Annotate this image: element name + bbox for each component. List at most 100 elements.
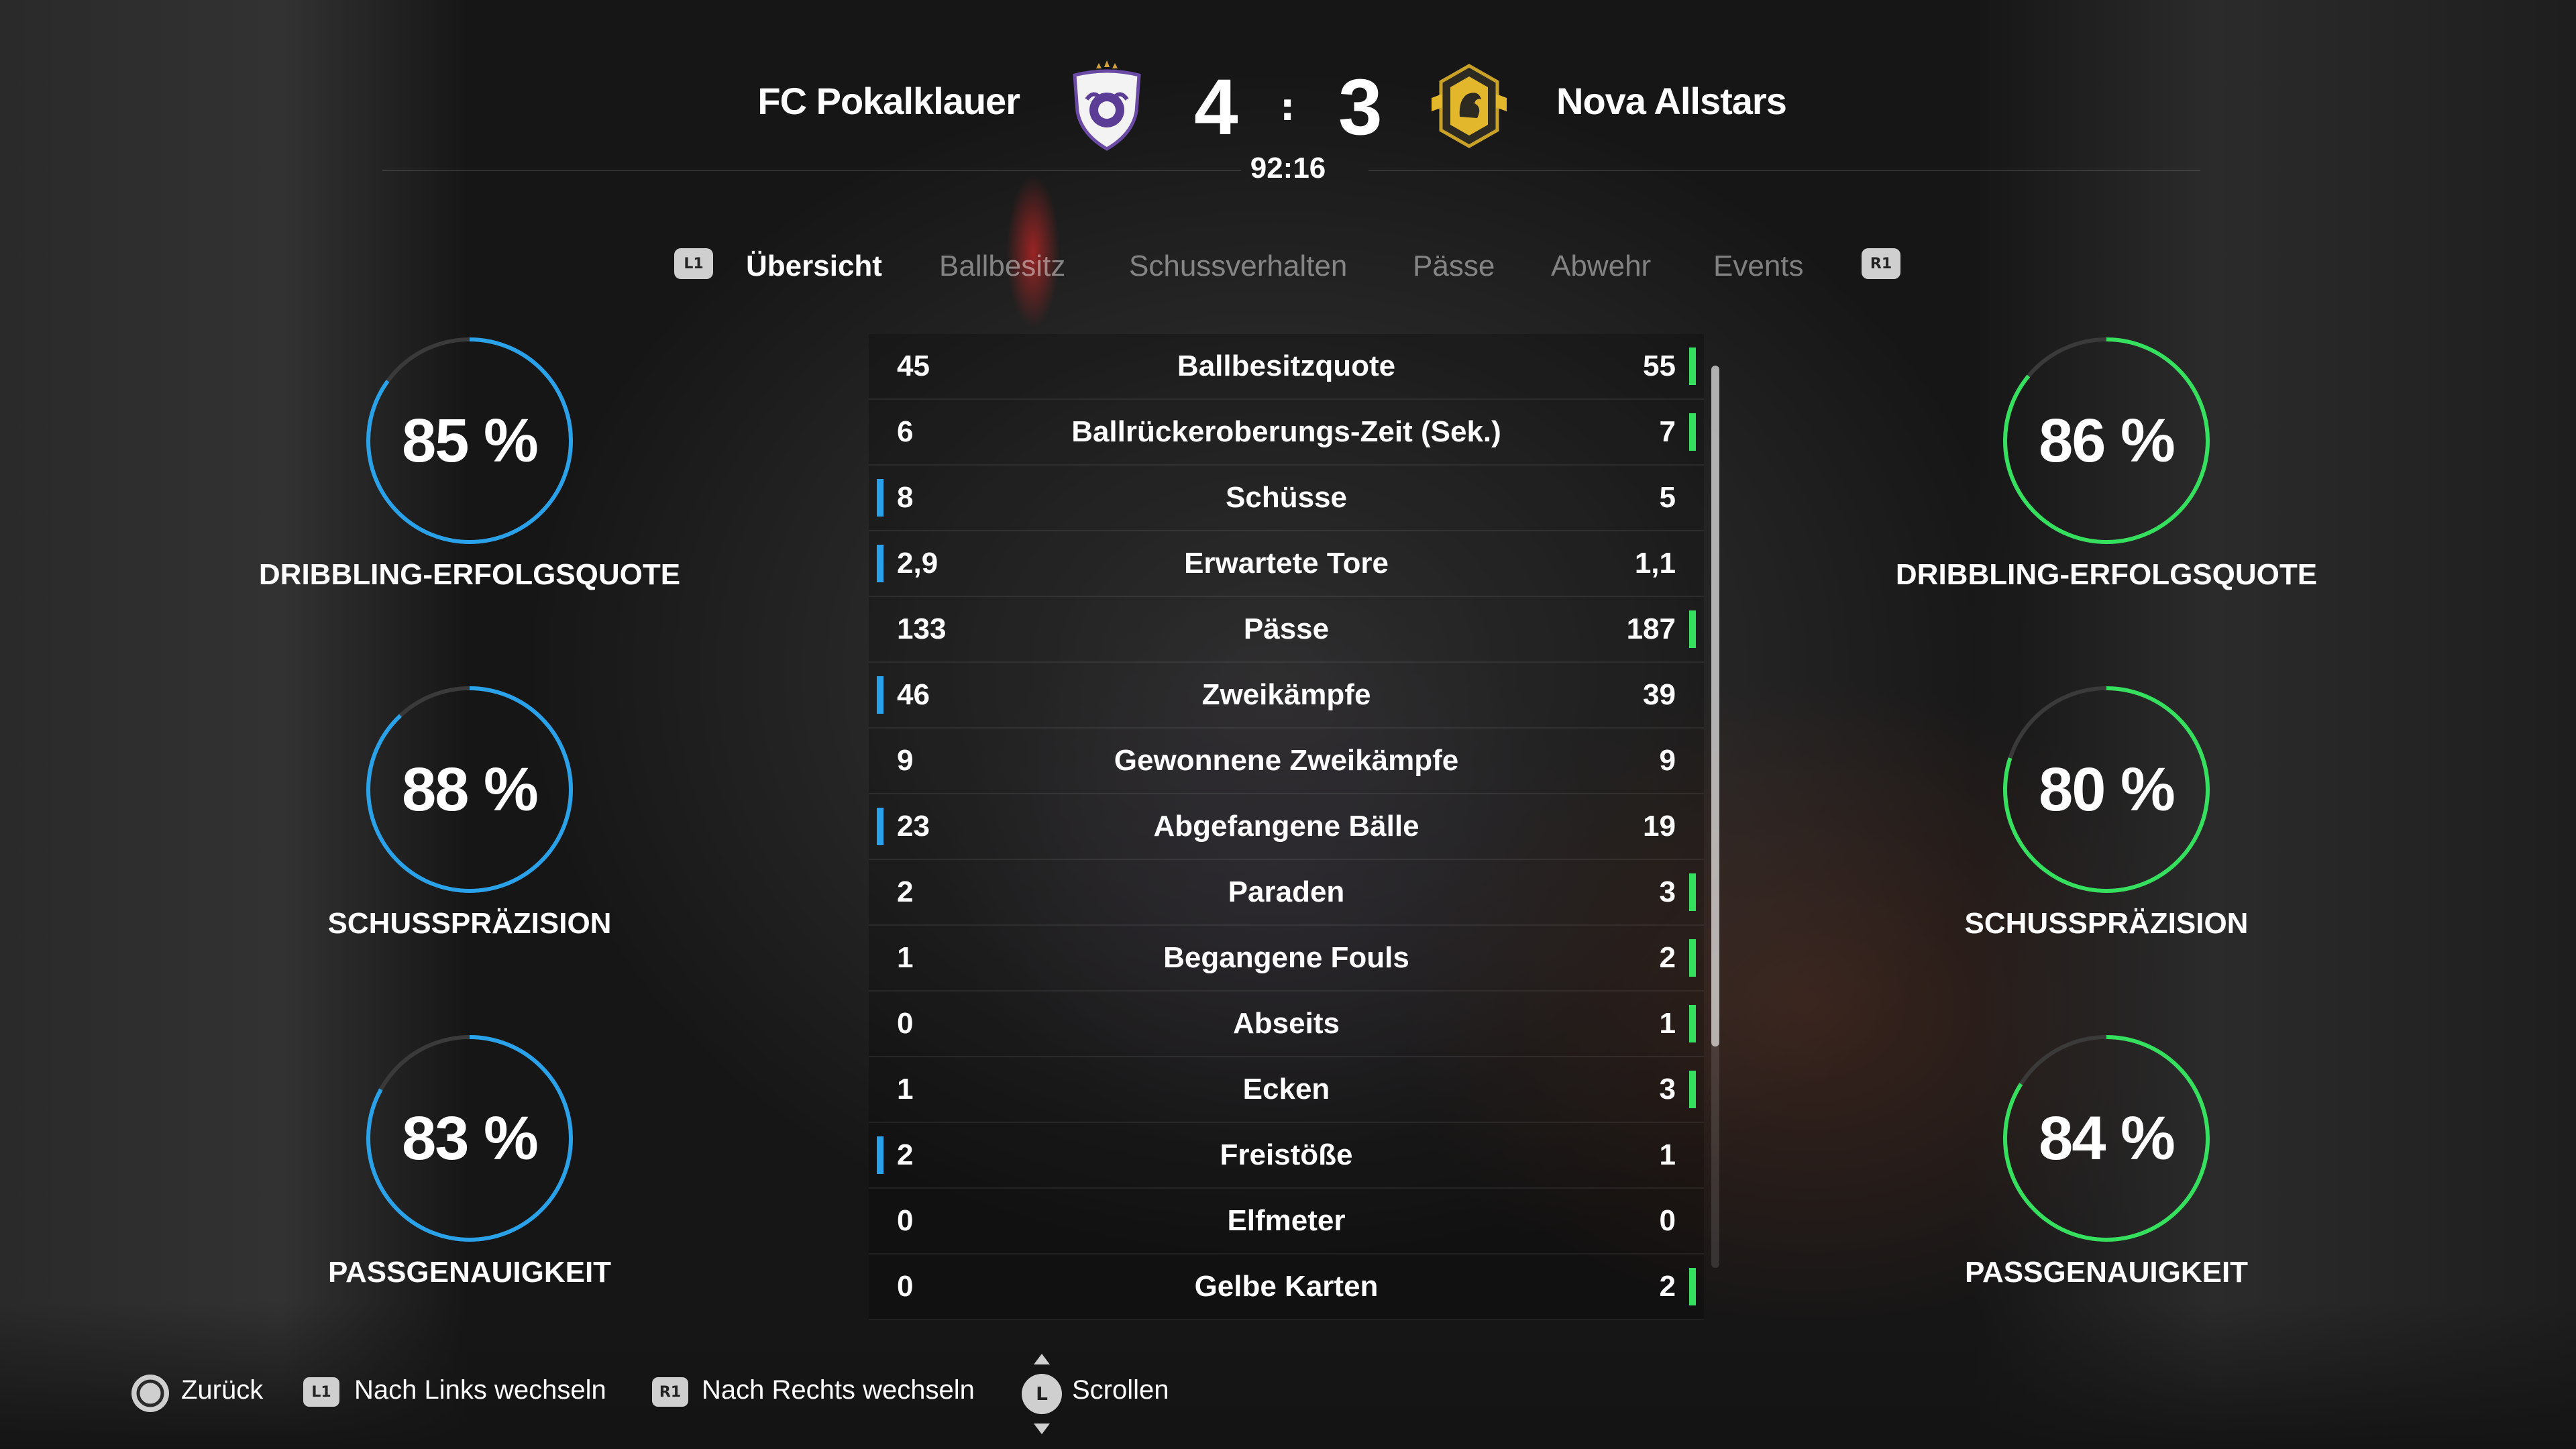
home-pass-accuracy-ring: 83 % bbox=[362, 1031, 577, 1246]
away-leader-bar bbox=[1689, 610, 1696, 648]
tab-abwehr[interactable]: Abwehr bbox=[1551, 250, 1651, 283]
away-shot-accuracy-label: SCHUSSPRÄZISION bbox=[1964, 907, 2249, 940]
away-score: 3 bbox=[1338, 63, 1383, 152]
left-stick-letter: L bbox=[1036, 1383, 1048, 1405]
away-dribbling-ring: 86 % bbox=[1999, 333, 2214, 548]
home-pass-accuracy-label: PASSGENAUIGKEIT bbox=[327, 1256, 612, 1289]
circle-button-icon[interactable] bbox=[129, 1373, 171, 1417]
r1-button-icon[interactable]: R1 bbox=[652, 1377, 688, 1407]
stat-label: Freistöße bbox=[1220, 1138, 1353, 1171]
stat-label: Gelbe Karten bbox=[1194, 1270, 1379, 1303]
ring-value: 88 % bbox=[402, 755, 539, 824]
home-shot-accuracy-label: SCHUSSPRÄZISION bbox=[327, 907, 612, 940]
stat-label: Ecken bbox=[1242, 1073, 1330, 1106]
left-stick-icon[interactable]: L bbox=[1020, 1352, 1064, 1438]
stat-row: 0 Gelbe Karten 2 bbox=[869, 1254, 1704, 1320]
stat-row: 133 Pässe 187 bbox=[869, 597, 1704, 663]
stat-row: 8 Schüsse 5 bbox=[869, 466, 1704, 531]
stat-row: 1 Begangene Fouls 2 bbox=[869, 926, 1704, 991]
score-separator: : bbox=[1280, 86, 1295, 129]
away-leader-bar bbox=[1689, 873, 1696, 911]
stat-away-value: 1,1 bbox=[1634, 547, 1676, 580]
stat-away-value: 2 bbox=[1659, 1270, 1676, 1303]
away-shot-accuracy-ring: 80 % bbox=[1999, 682, 2214, 897]
stat-away-value: 55 bbox=[1643, 350, 1676, 382]
home-dribbling-label: DRIBBLING-ERFOLGSQUOTE bbox=[258, 558, 681, 591]
stat-label: Schüsse bbox=[1226, 481, 1347, 514]
stat-row: 0 Elfmeter 0 bbox=[869, 1189, 1704, 1254]
away-team-crest-icon bbox=[1429, 59, 1509, 153]
tab-schussverhalten[interactable]: Schussverhalten bbox=[1129, 250, 1347, 283]
stat-row: 2 Paraden 3 bbox=[869, 860, 1704, 926]
away-pass-accuracy-label: PASSGENAUIGKEIT bbox=[1964, 1256, 2249, 1289]
ring-value: 86 % bbox=[2039, 407, 2176, 475]
tab-events[interactable]: Events bbox=[1713, 250, 1804, 283]
home-score: 4 bbox=[1194, 63, 1238, 152]
match-clock: 92:16 bbox=[1250, 152, 1326, 184]
r1-button-icon[interactable]: R1 bbox=[1862, 248, 1900, 279]
stat-away-value: 39 bbox=[1643, 678, 1676, 711]
away-pass-accuracy-ring: 84 % bbox=[1999, 1031, 2214, 1246]
stat-away-value: 3 bbox=[1659, 875, 1676, 908]
home-shot-accuracy-ring: 88 % bbox=[362, 682, 577, 897]
tab-paesse[interactable]: Pässe bbox=[1413, 250, 1495, 283]
stat-label: Abgefangene Bälle bbox=[1153, 810, 1419, 843]
stat-away-value: 5 bbox=[1659, 481, 1676, 514]
stat-label: Pässe bbox=[1243, 612, 1330, 645]
away-leader-bar bbox=[1689, 1071, 1696, 1108]
stat-away-value: 187 bbox=[1626, 612, 1676, 645]
header-divider-left bbox=[382, 170, 1241, 171]
stat-label: Ballbesitzquote bbox=[1177, 350, 1396, 382]
tab-uebersicht[interactable]: Übersicht bbox=[746, 250, 882, 283]
home-dribbling-ring: 85 % bbox=[362, 333, 577, 548]
stat-away-value: 19 bbox=[1643, 810, 1676, 843]
ring-value: 80 % bbox=[2039, 755, 2176, 824]
stat-away-value: 1 bbox=[1659, 1138, 1676, 1171]
stat-row: 45 Ballbesitzquote 55 bbox=[869, 334, 1704, 400]
stat-label: Zweikämpfe bbox=[1201, 678, 1371, 711]
stat-label: Erwartete Tore bbox=[1184, 547, 1389, 580]
right-switch-hint-label[interactable]: Nach Rechts wechseln bbox=[702, 1375, 975, 1405]
stat-label: Elfmeter bbox=[1227, 1204, 1346, 1237]
away-leader-bar bbox=[1689, 1005, 1696, 1042]
stat-label: Ballrückeroberungs-Zeit (Sek.) bbox=[1071, 415, 1501, 448]
stat-away-value: 3 bbox=[1659, 1073, 1676, 1106]
stats-table[interactable]: 45 Ballbesitzquote 55 6 Ballrückeroberun… bbox=[869, 334, 1704, 1320]
stat-row: 46 Zweikämpfe 39 bbox=[869, 663, 1704, 729]
stat-label: Abseits bbox=[1233, 1007, 1340, 1040]
stat-label: Begangene Fouls bbox=[1163, 941, 1409, 974]
away-dribbling-label: DRIBBLING-ERFOLGSQUOTE bbox=[1895, 558, 2318, 591]
header-divider-right bbox=[1368, 170, 2200, 171]
stat-row: 2,9 Erwartete Tore 1,1 bbox=[869, 531, 1704, 597]
left-switch-hint-label[interactable]: Nach Links wechseln bbox=[354, 1375, 606, 1405]
home-team-crest-icon bbox=[1067, 59, 1147, 153]
stat-row: 9 Gewonnene Zweikämpfe 9 bbox=[869, 729, 1704, 794]
away-leader-bar bbox=[1689, 1268, 1696, 1305]
stat-row: 0 Abseits 1 bbox=[869, 991, 1704, 1057]
stat-label: Paraden bbox=[1228, 875, 1345, 908]
stat-away-value: 2 bbox=[1659, 941, 1676, 974]
stats-scrollbar-thumb[interactable] bbox=[1711, 366, 1719, 1046]
ring-value: 84 % bbox=[2039, 1104, 2176, 1173]
l1-button-icon[interactable]: L1 bbox=[303, 1377, 339, 1407]
away-leader-bar bbox=[1689, 347, 1696, 385]
away-leader-bar bbox=[1689, 413, 1696, 451]
stat-away-value: 1 bbox=[1659, 1007, 1676, 1040]
l1-button-icon[interactable]: L1 bbox=[674, 248, 713, 279]
stat-label: Gewonnene Zweikämpfe bbox=[1114, 744, 1459, 777]
ring-value: 83 % bbox=[402, 1104, 539, 1173]
stat-away-value: 0 bbox=[1659, 1204, 1676, 1237]
ring-value: 85 % bbox=[402, 407, 539, 475]
home-team-name: FC Pokalklauer bbox=[757, 80, 1020, 122]
stat-away-value: 7 bbox=[1659, 415, 1676, 448]
back-hint-label[interactable]: Zurück bbox=[181, 1375, 263, 1405]
away-team-name: Nova Allstars bbox=[1556, 80, 1787, 122]
stat-row: 2 Freistöße 1 bbox=[869, 1123, 1704, 1189]
away-leader-bar bbox=[1689, 939, 1696, 977]
scroll-hint-label[interactable]: Scrollen bbox=[1072, 1375, 1169, 1405]
stat-row: 1 Ecken 3 bbox=[869, 1057, 1704, 1123]
stat-row: 23 Abgefangene Bälle 19 bbox=[869, 794, 1704, 860]
stat-row: 6 Ballrückeroberungs-Zeit (Sek.) 7 bbox=[869, 400, 1704, 466]
stat-away-value: 9 bbox=[1659, 744, 1676, 777]
tab-ballbesitz[interactable]: Ballbesitz bbox=[939, 250, 1065, 283]
